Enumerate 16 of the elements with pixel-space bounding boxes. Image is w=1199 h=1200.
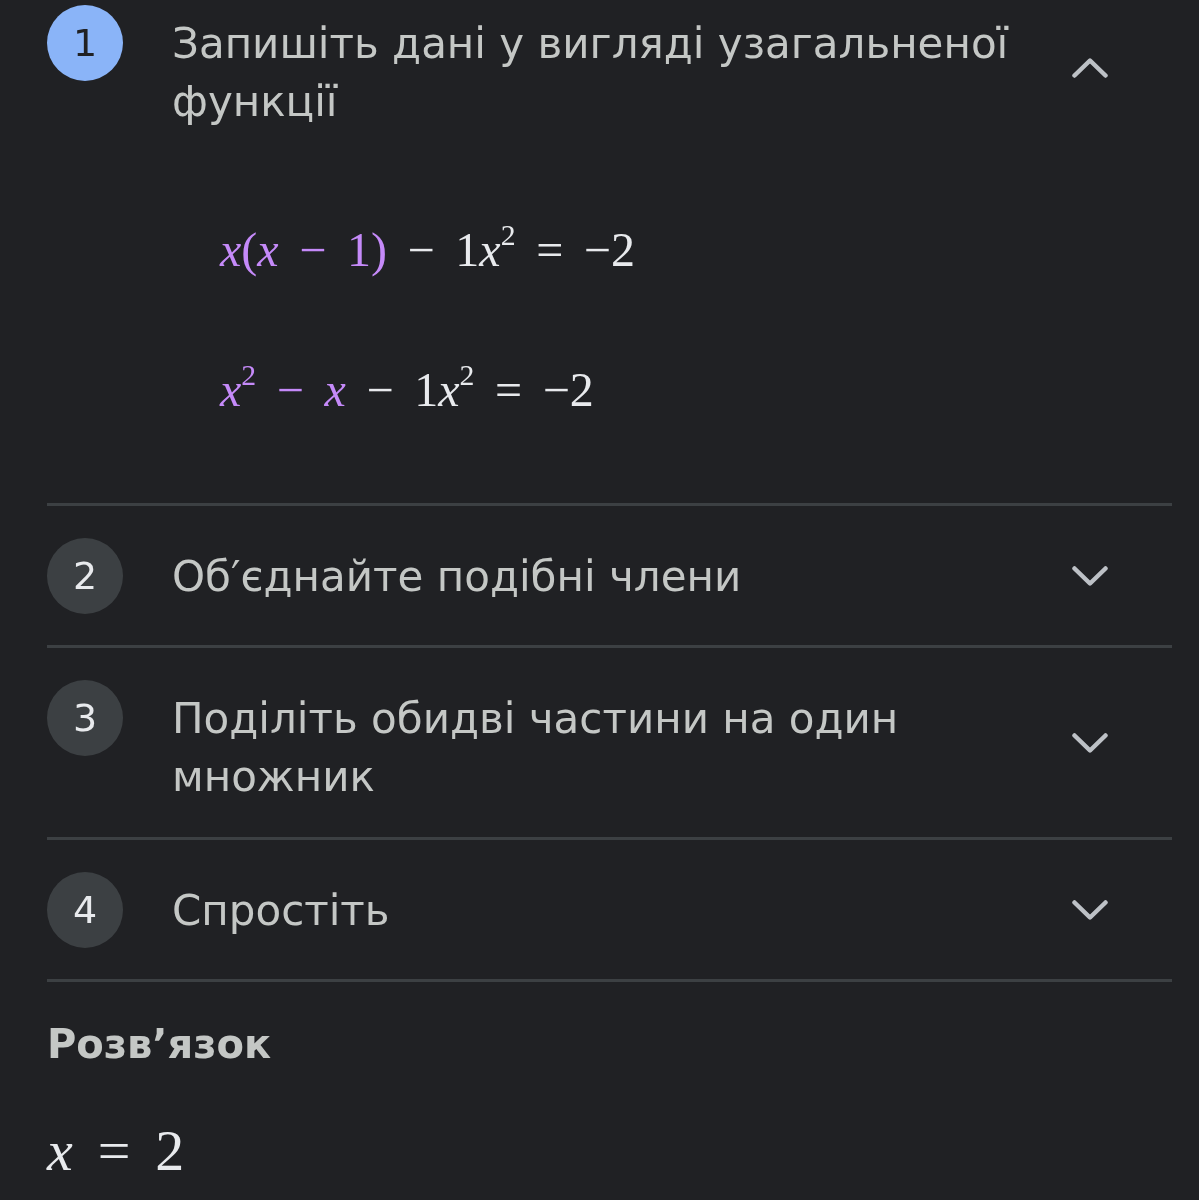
step-number: 1 bbox=[47, 5, 123, 81]
chevron-up-icon[interactable] bbox=[1072, 58, 1108, 78]
equation: x(x − 1) − 1x$^{2}$ = −2 bbox=[220, 216, 635, 279]
solution-heading: Розв’язок bbox=[47, 1020, 272, 1069]
step-number: 4 bbox=[47, 872, 123, 948]
step-title[interactable]: Поділіть обидві частини на один множник bbox=[172, 690, 1042, 806]
answer-equation: x = 2 bbox=[47, 1117, 185, 1185]
chevron-down-icon[interactable] bbox=[1072, 566, 1108, 586]
chevron-down-icon[interactable] bbox=[1072, 900, 1108, 920]
step-title[interactable]: Спростіть bbox=[172, 882, 1042, 940]
chevron-down-icon[interactable] bbox=[1072, 733, 1108, 753]
step-title[interactable]: Об′єднайте подібні члени bbox=[172, 548, 1042, 606]
step-number: 3 bbox=[47, 680, 123, 756]
equation: x$^{2}$ − x − 1x$^{2}$ = −2 bbox=[220, 356, 594, 418]
step-number: 2 bbox=[47, 538, 123, 614]
step-title[interactable]: Запишіть дані у вигляді узагальненої функції bbox=[172, 15, 1042, 131]
